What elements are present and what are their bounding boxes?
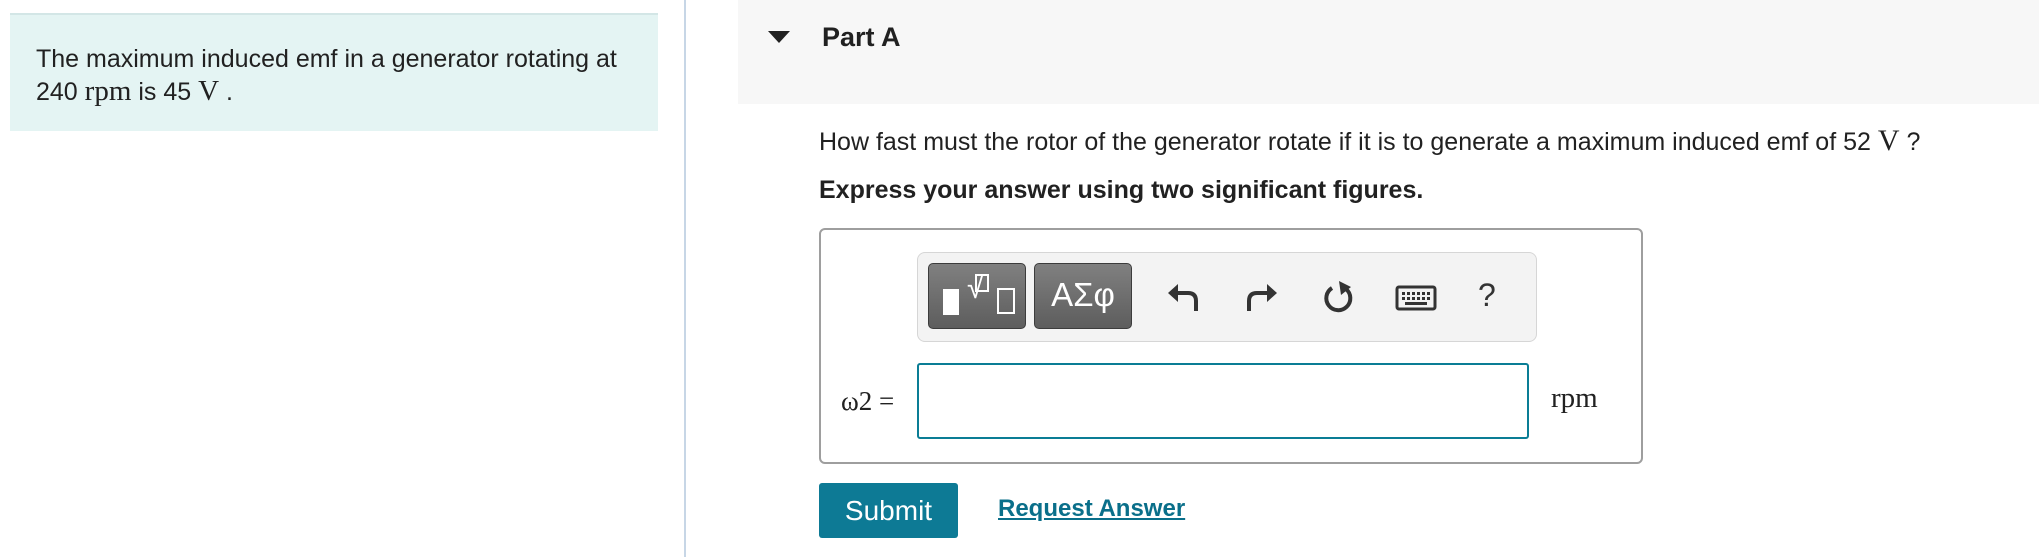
collapse-caret-icon[interactable] <box>768 31 790 43</box>
question-unit: V <box>1877 124 1900 157</box>
answer-box: √ ΑΣφ ? ω2 = rpm <box>819 228 1643 464</box>
intro-text-end: . <box>219 78 233 106</box>
part-title: Part A <box>822 22 901 52</box>
column-divider <box>684 0 686 557</box>
part-header[interactable]: Part A <box>738 0 2039 104</box>
rpm-unit: rpm <box>84 75 132 107</box>
question-body: How fast must the rotor of the generator… <box>819 128 1878 156</box>
help-icon[interactable]: ? <box>1478 277 1496 314</box>
answer-variable-label: ω2 = <box>841 386 895 416</box>
answer-instruction: Express your answer using two significan… <box>819 176 1424 204</box>
answer-unit: rpm <box>1551 382 1598 414</box>
volt-unit: V <box>198 75 220 107</box>
request-answer-link[interactable]: Request Answer <box>998 495 1185 523</box>
undo-icon[interactable] <box>1166 277 1202 317</box>
redo-icon[interactable] <box>1243 277 1279 317</box>
reset-icon[interactable] <box>1320 277 1356 317</box>
submit-button[interactable]: Submit <box>819 483 958 538</box>
problem-intro: The maximum induced emf in a generator r… <box>10 13 658 131</box>
answer-input[interactable] <box>917 363 1529 439</box>
greek-symbols-button[interactable]: ΑΣφ <box>1034 263 1132 329</box>
intro-text-mid: is 45 <box>131 78 199 106</box>
math-toolbar: √ ΑΣφ ? <box>917 252 1537 342</box>
templates-button[interactable]: √ <box>928 263 1026 329</box>
question-end: ? <box>1899 128 1921 156</box>
question-text: How fast must the rotor of the generator… <box>819 124 1920 158</box>
keyboard-icon[interactable] <box>1395 277 1437 317</box>
